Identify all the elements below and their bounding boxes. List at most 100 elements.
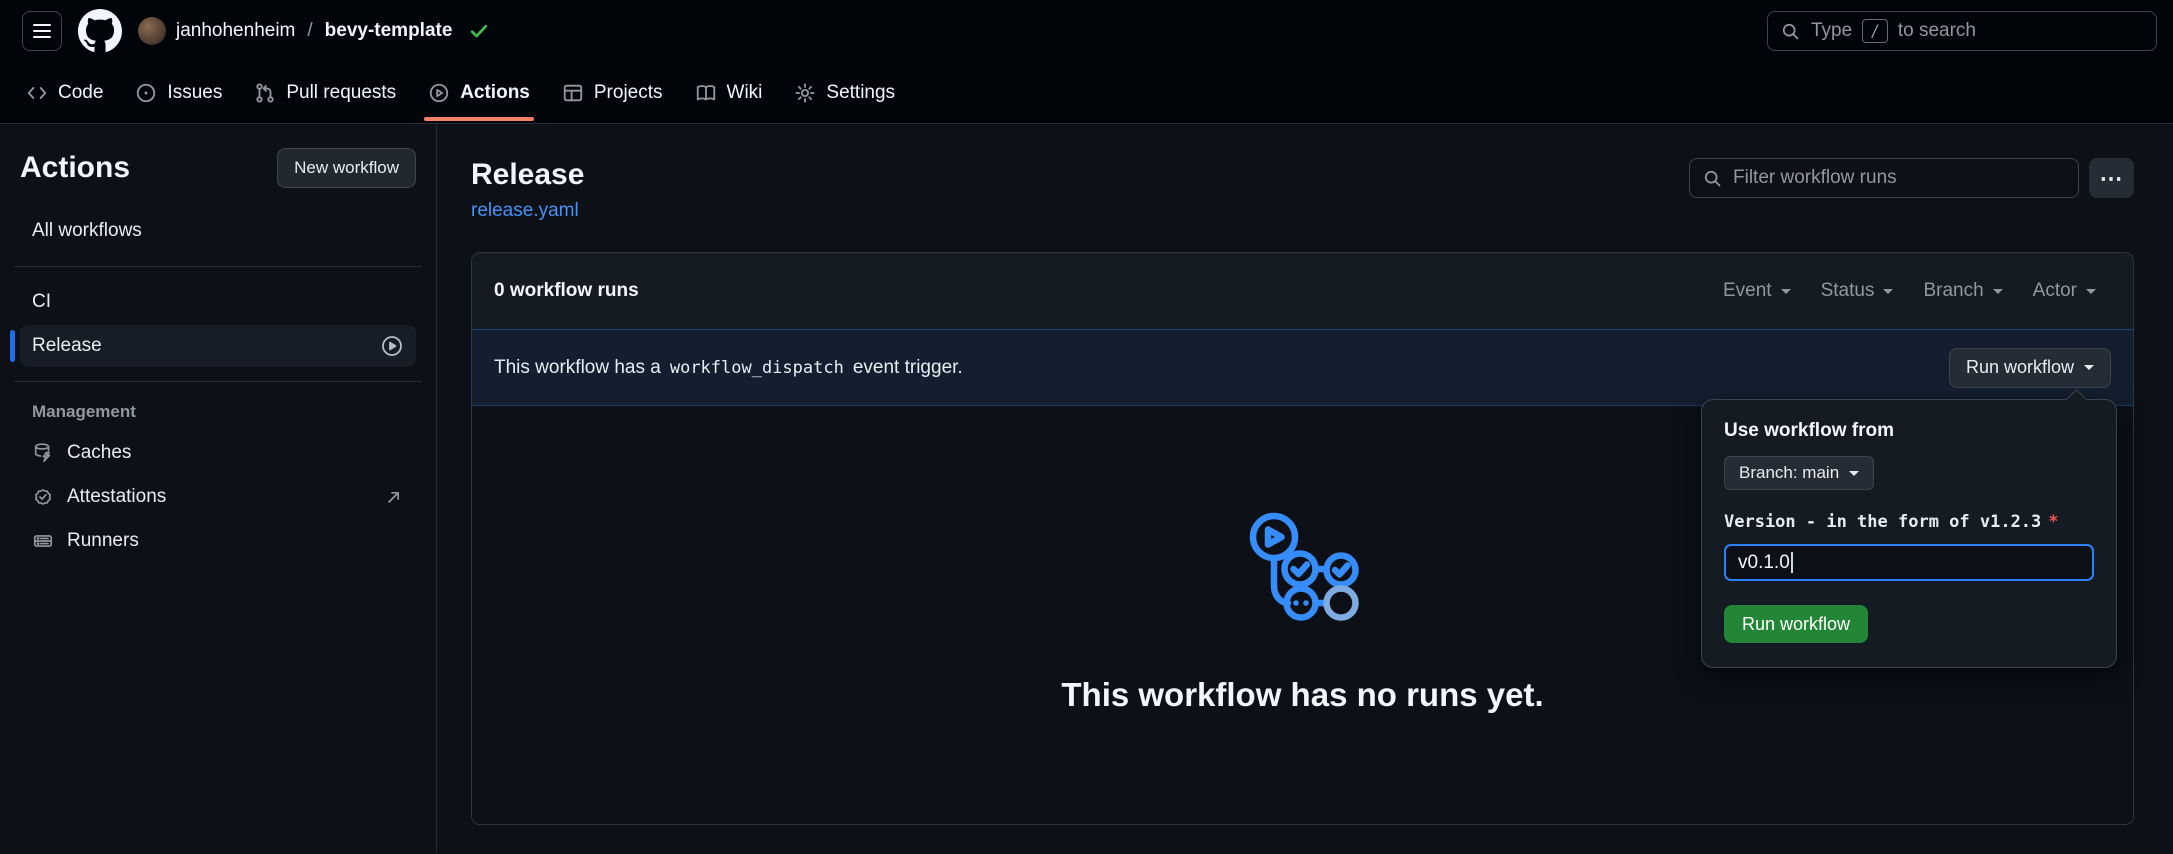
sidebar-title: Actions xyxy=(20,151,130,185)
breadcrumb-repo[interactable]: bevy-template xyxy=(325,20,453,42)
chevron-down-icon xyxy=(1849,471,1859,481)
actions-sidebar: Actions New workflow All workflows CI Re… xyxy=(0,124,437,853)
code-icon xyxy=(26,82,48,104)
breadcrumb-owner[interactable]: janhohenheim xyxy=(176,20,295,42)
tab-label: Pull requests xyxy=(286,82,396,104)
top-header: janhohenheim / bevy-template Type / to s… xyxy=(0,0,2173,124)
book-icon xyxy=(695,82,717,104)
run-workflow-dropdown-label: Run workflow xyxy=(1966,357,2074,378)
tab-actions[interactable]: Actions xyxy=(412,62,546,123)
tab-label: Wiki xyxy=(727,82,763,104)
empty-state-title: This workflow has no runs yet. xyxy=(1061,676,1543,714)
runners-server-icon xyxy=(32,530,54,552)
tab-wiki[interactable]: Wiki xyxy=(679,62,779,123)
workflow-label: Release xyxy=(32,335,102,357)
event-filter-dropdown[interactable]: Event xyxy=(1708,280,1806,302)
hamburger-icon xyxy=(32,21,52,41)
tab-label: Settings xyxy=(826,82,895,104)
verified-badge-icon xyxy=(32,486,54,508)
external-link-icon xyxy=(384,487,404,507)
status-filter-dropdown[interactable]: Status xyxy=(1806,280,1909,302)
search-icon xyxy=(1702,168,1723,189)
page-title: Release xyxy=(471,158,584,192)
workflow-graph-illustration xyxy=(1247,512,1359,624)
chevron-down-icon xyxy=(2084,365,2094,375)
filter-workflow-runs-input[interactable] xyxy=(1733,167,2066,189)
filter-label: Actor xyxy=(2033,280,2077,302)
run-workflow-submit-button[interactable]: Run workflow xyxy=(1724,605,1868,643)
branch-select-button[interactable]: Branch: main xyxy=(1724,456,1874,490)
workflow-dispatch-play-icon xyxy=(380,334,404,358)
actor-filter-dropdown[interactable]: Actor xyxy=(2018,280,2111,302)
workflow-label: CI xyxy=(32,291,51,313)
sidebar-item-runners[interactable]: Runners xyxy=(20,520,416,562)
git-pull-request-icon xyxy=(254,82,276,104)
tab-label: Issues xyxy=(167,82,222,104)
sidebar-item-attestations[interactable]: Attestations xyxy=(20,476,416,518)
chevron-down-icon xyxy=(1993,289,2003,299)
workflow-file-link[interactable]: release.yaml xyxy=(471,200,584,222)
run-workflow-panel: Use workflow from Branch: main Version -… xyxy=(1701,399,2117,668)
version-input-label: Version - in the form of v1.2.3 xyxy=(1724,512,2041,532)
tab-label: Code xyxy=(58,82,103,104)
branch-filter-dropdown[interactable]: Branch xyxy=(1908,280,2017,302)
avatar[interactable] xyxy=(138,17,166,45)
management-item-label: Runners xyxy=(67,530,139,552)
search-placeholder-prefix: Type xyxy=(1811,20,1852,42)
management-item-label: Attestations xyxy=(67,486,166,508)
status-check-icon[interactable] xyxy=(468,20,490,42)
run-workflow-dropdown-button[interactable]: Run workflow xyxy=(1949,348,2111,388)
breadcrumb-separator: / xyxy=(307,20,312,42)
hamburger-menu-button[interactable] xyxy=(22,11,62,51)
sidebar-item-caches[interactable]: Caches xyxy=(20,432,416,474)
table-icon xyxy=(562,82,584,104)
use-workflow-from-label: Use workflow from xyxy=(1724,420,2094,442)
filter-workflow-runs-box xyxy=(1689,158,2079,198)
all-workflows-label: All workflows xyxy=(32,220,142,242)
tab-label: Actions xyxy=(460,82,530,104)
divider xyxy=(14,266,422,267)
slash-keycap: / xyxy=(1862,19,1888,43)
banner-code: workflow_dispatch xyxy=(670,358,844,378)
banner-text-after: event trigger. xyxy=(853,357,963,379)
required-marker: * xyxy=(2048,512,2058,532)
sidebar-item-all-workflows[interactable]: All workflows xyxy=(20,210,416,252)
filter-label: Event xyxy=(1723,280,1772,302)
management-section-label: Management xyxy=(20,402,416,422)
play-icon xyxy=(428,82,450,104)
text-cursor xyxy=(1791,552,1793,573)
chevron-down-icon xyxy=(1883,289,1893,299)
cache-database-icon xyxy=(32,442,54,464)
runs-card-header: 0 workflow runs Event Status Branch xyxy=(472,253,2133,329)
banner-text-before: This workflow has a xyxy=(494,357,661,379)
filter-label: Branch xyxy=(1923,280,1983,302)
version-input[interactable]: v0.1.0 xyxy=(1724,544,2094,581)
tab-pull-requests[interactable]: Pull requests xyxy=(238,62,412,123)
search-icon xyxy=(1780,21,1801,42)
new-workflow-button[interactable]: New workflow xyxy=(277,148,416,188)
search-placeholder-suffix: to search xyxy=(1898,20,1976,42)
tab-code[interactable]: Code xyxy=(10,62,119,123)
sidebar-item-workflow-ci[interactable]: CI xyxy=(20,281,416,323)
workflow-options-kebab-button[interactable]: ⋯ xyxy=(2089,158,2134,198)
chevron-down-icon xyxy=(2086,289,2096,299)
runs-count: 0 workflow runs xyxy=(494,280,639,302)
breadcrumb: janhohenheim / bevy-template xyxy=(138,17,490,45)
tab-issues[interactable]: Issues xyxy=(119,62,238,123)
global-bar: janhohenheim / bevy-template Type / to s… xyxy=(0,0,2173,62)
tab-label: Projects xyxy=(594,82,663,104)
filter-label: Status xyxy=(1821,280,1875,302)
divider xyxy=(14,381,422,382)
management-item-label: Caches xyxy=(67,442,131,464)
sidebar-item-workflow-release[interactable]: Release xyxy=(20,325,416,367)
tab-settings[interactable]: Settings xyxy=(778,62,911,123)
global-search-input[interactable]: Type / to search xyxy=(1767,11,2157,51)
version-input-value: v0.1.0 xyxy=(1738,552,1790,574)
repo-nav: Code Issues Pull requests Actions Projec… xyxy=(0,62,2173,124)
branch-select-label: Branch: main xyxy=(1739,463,1839,483)
workflow-dispatch-banner: This workflow has a workflow_dispatch ev… xyxy=(472,329,2133,406)
issue-opened-icon xyxy=(135,82,157,104)
tab-projects[interactable]: Projects xyxy=(546,62,679,123)
gear-icon xyxy=(794,82,816,104)
github-logo-icon[interactable] xyxy=(78,9,122,53)
